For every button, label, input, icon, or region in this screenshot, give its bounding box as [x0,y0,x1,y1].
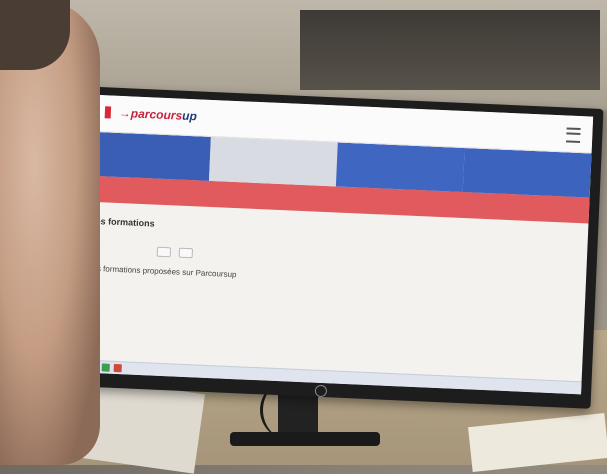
phase-2[interactable] [208,136,338,187]
phase-4[interactable] [462,148,592,198]
phase-4-title [469,152,586,157]
search-formations-button[interactable] [178,247,194,259]
phase-1-title [89,136,206,141]
consult-formations-button[interactable] [156,246,172,258]
logo-prefix: → [118,105,132,121]
phase-2-date [216,141,333,146]
browser-viewport: →parcoursup Les formations Les formation… [73,94,594,395]
phase-2-title [216,141,333,146]
monitor-stand-base [230,432,380,446]
logo-highlight: parcours [130,106,183,123]
app-icon-3[interactable] [113,363,122,373]
hp-logo [314,384,328,398]
phase-1-date [89,136,206,141]
logo-rest: up [181,108,198,124]
phase-4-desc [469,152,586,157]
phase-4-date [469,152,586,157]
hamburger-icon[interactable] [566,127,581,144]
background-shelf [300,10,600,90]
phase-3-date [343,147,460,152]
phase-1[interactable] [82,131,211,181]
phase-3-desc [343,147,460,152]
monitor: →parcoursup Les formations Les formation… [62,86,604,409]
parcoursup-logo[interactable]: →parcoursup [119,106,198,123]
phase-3[interactable] [335,142,465,192]
app-icon-2[interactable] [101,363,110,372]
taskbar [73,359,582,395]
phase-2-desc [216,141,333,146]
flag-red [104,106,112,119]
phase-1-desc [89,136,206,141]
phase-3-title [343,147,460,152]
